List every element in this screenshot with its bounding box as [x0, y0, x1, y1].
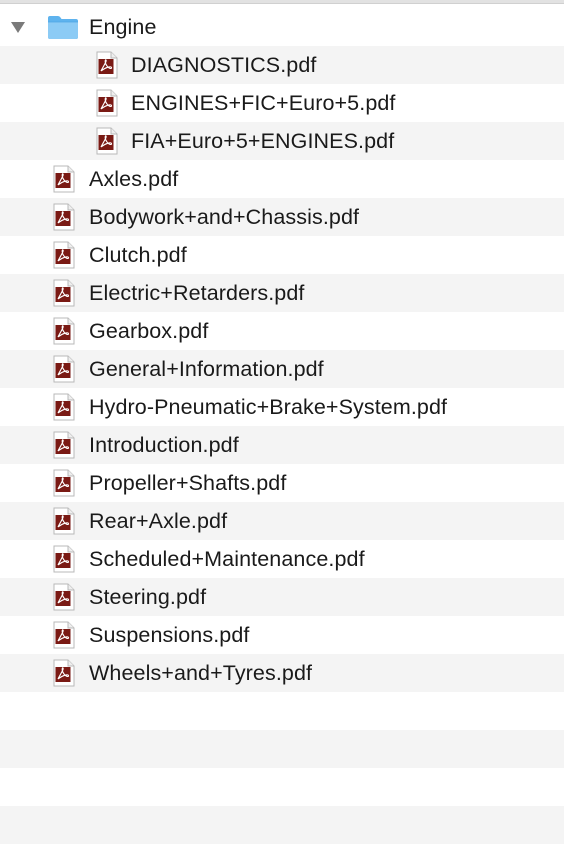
empty-row: [0, 806, 564, 844]
file-name: Rear+Axle.pdf: [89, 509, 228, 533]
pdf-icon: [53, 279, 75, 307]
file-name: Hydro-Pneumatic+Brake+System.pdf: [89, 395, 448, 419]
pdf-icon: [53, 583, 75, 611]
file-row[interactable]: Axles.pdf: [0, 160, 564, 198]
file-name: Scheduled+Maintenance.pdf: [89, 547, 365, 571]
file-name: Steering.pdf: [89, 585, 207, 609]
header-divider: [0, 0, 564, 4]
file-name: Suspensions.pdf: [89, 623, 250, 647]
file-name: Introduction.pdf: [89, 433, 239, 457]
file-row[interactable]: Introduction.pdf: [0, 426, 564, 464]
empty-row: [0, 692, 564, 730]
file-name: Gearbox.pdf: [89, 319, 209, 343]
file-row[interactable]: General+Information.pdf: [0, 350, 564, 388]
pdf-icon: [53, 659, 75, 687]
pdf-icon: [53, 545, 75, 573]
file-row[interactable]: Wheels+and+Tyres.pdf: [0, 654, 564, 692]
pdf-icon: [96, 51, 118, 79]
file-name: General+Information.pdf: [89, 357, 324, 381]
file-row[interactable]: Rear+Axle.pdf: [0, 502, 564, 540]
file-row[interactable]: Scheduled+Maintenance.pdf: [0, 540, 564, 578]
folder-row-engine[interactable]: Engine: [0, 8, 564, 46]
file-name: Clutch.pdf: [89, 243, 187, 267]
file-row[interactable]: Steering.pdf: [0, 578, 564, 616]
pdf-icon: [53, 317, 75, 345]
pdf-icon: [53, 431, 75, 459]
pdf-icon: [53, 203, 75, 231]
file-row[interactable]: Propeller+Shafts.pdf: [0, 464, 564, 502]
folder-icon: [47, 14, 79, 40]
file-name: Axles.pdf: [89, 167, 179, 191]
pdf-icon: [96, 89, 118, 117]
file-name: Wheels+and+Tyres.pdf: [89, 661, 313, 685]
pdf-icon: [53, 165, 75, 193]
pdf-icon: [53, 621, 75, 649]
file-name: Electric+Retarders.pdf: [89, 281, 305, 305]
file-name: Bodywork+and+Chassis.pdf: [89, 205, 360, 229]
file-row[interactable]: Gearbox.pdf: [0, 312, 564, 350]
file-name: ENGINES+FIC+Euro+5.pdf: [131, 91, 396, 115]
pdf-icon: [96, 127, 118, 155]
file-list: Engine DIAGNOSTICS.pdf ENGINES+FIC+Euro+…: [0, 8, 564, 844]
file-row[interactable]: Clutch.pdf: [0, 236, 564, 274]
file-row[interactable]: DIAGNOSTICS.pdf: [0, 46, 564, 84]
pdf-icon: [53, 469, 75, 497]
file-name: DIAGNOSTICS.pdf: [131, 53, 317, 77]
pdf-icon: [53, 241, 75, 269]
empty-row: [0, 768, 564, 806]
file-row[interactable]: ENGINES+FIC+Euro+5.pdf: [0, 84, 564, 122]
pdf-icon: [53, 507, 75, 535]
empty-row: [0, 730, 564, 768]
file-row[interactable]: Suspensions.pdf: [0, 616, 564, 654]
disclosure-triangle-icon[interactable]: [10, 20, 26, 34]
file-name: Propeller+Shafts.pdf: [89, 471, 287, 495]
file-row[interactable]: Bodywork+and+Chassis.pdf: [0, 198, 564, 236]
pdf-icon: [53, 355, 75, 383]
file-row[interactable]: Hydro-Pneumatic+Brake+System.pdf: [0, 388, 564, 426]
file-row[interactable]: FIA+Euro+5+ENGINES.pdf: [0, 122, 564, 160]
pdf-icon: [53, 393, 75, 421]
file-row[interactable]: Electric+Retarders.pdf: [0, 274, 564, 312]
file-name: FIA+Euro+5+ENGINES.pdf: [131, 129, 395, 153]
folder-name: Engine: [89, 15, 157, 39]
